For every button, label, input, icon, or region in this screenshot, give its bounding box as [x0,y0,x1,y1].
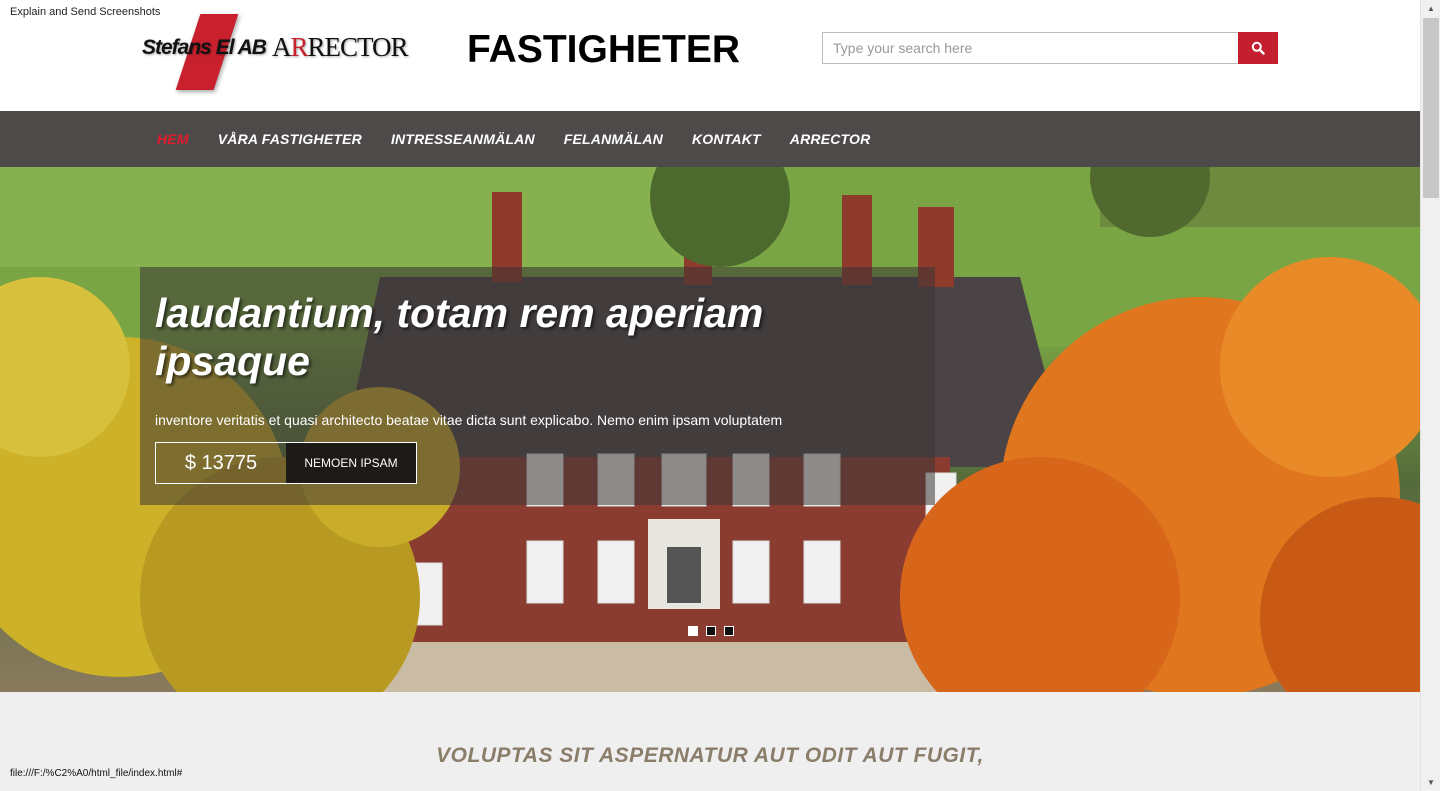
page-scrollbar[interactable]: ▲ ▼ [1420,0,1440,791]
site-logo[interactable]: Stefans El AB ARRECTOR [140,14,410,90]
slider-dot-1[interactable] [688,626,698,636]
nav-item-arrector[interactable]: ARRECTOR [790,131,871,147]
hero-title: laudantium, totam rem aperiam ipsaque [155,290,764,384]
status-bar-url: file:///F:/%C2%A0/html_file/index.html# [10,768,183,779]
hero-subtitle: inventore veritatis et quasi architecto … [155,412,783,428]
nav-item-hem[interactable]: HEM [157,131,189,147]
logo-letter-a: A [272,32,291,62]
site-header: Stefans El AB ARRECTOR FASTIGHETER [0,0,1420,111]
slider-dot-3[interactable] [724,626,734,636]
nav-item-kontakt[interactable]: KONTAKT [692,131,761,147]
nav-item-intresseanmalan[interactable]: INTRESSEANMÄLAN [391,131,535,147]
slider-dots [688,626,742,636]
hero-caption: laudantium, totam rem aperiam ipsaque in… [140,267,935,505]
scroll-down-arrow-icon[interactable]: ▼ [1421,774,1440,791]
logo-letters-rest: RECTOR [307,32,409,62]
nav-item-vara-fastigheter[interactable]: VÅRA FASTIGHETER [218,131,362,147]
price-row: $ 13775 NEMOEN IPSAM [155,442,417,484]
hero-slider: laudantium, totam rem aperiam ipsaque in… [0,167,1420,692]
search-input[interactable] [822,32,1238,64]
search-icon [1251,41,1265,55]
slider-dot-2[interactable] [706,626,716,636]
logo-brand-arrector: ARRECTOR [272,32,409,63]
scroll-up-arrow-icon[interactable]: ▲ [1421,0,1440,17]
logo-brand-stefans: Stefans El AB [142,36,267,59]
search-bar [822,32,1278,64]
logo-letter-r: R [290,32,309,62]
nemoen-ipsam-button[interactable]: NEMOEN IPSAM [286,443,416,483]
main-nav: HEM VÅRA FASTIGHETER INTRESSEANMÄLAN FEL… [0,111,1420,167]
nav-item-felanmalan[interactable]: FELANMÄLAN [564,131,663,147]
section-heading: VOLUPTAS SIT ASPERNATUR AUT ODIT AUT FUG… [436,744,984,767]
intro-section: VOLUPTAS SIT ASPERNATUR AUT ODIT AUT FUG… [0,692,1420,791]
search-button[interactable] [1238,32,1278,64]
site-title: FASTIGHETER [467,28,741,71]
scrollbar-thumb[interactable] [1423,18,1439,198]
price-label: $ 13775 [184,451,258,474]
extension-label: Explain and Send Screenshots [10,6,161,18]
